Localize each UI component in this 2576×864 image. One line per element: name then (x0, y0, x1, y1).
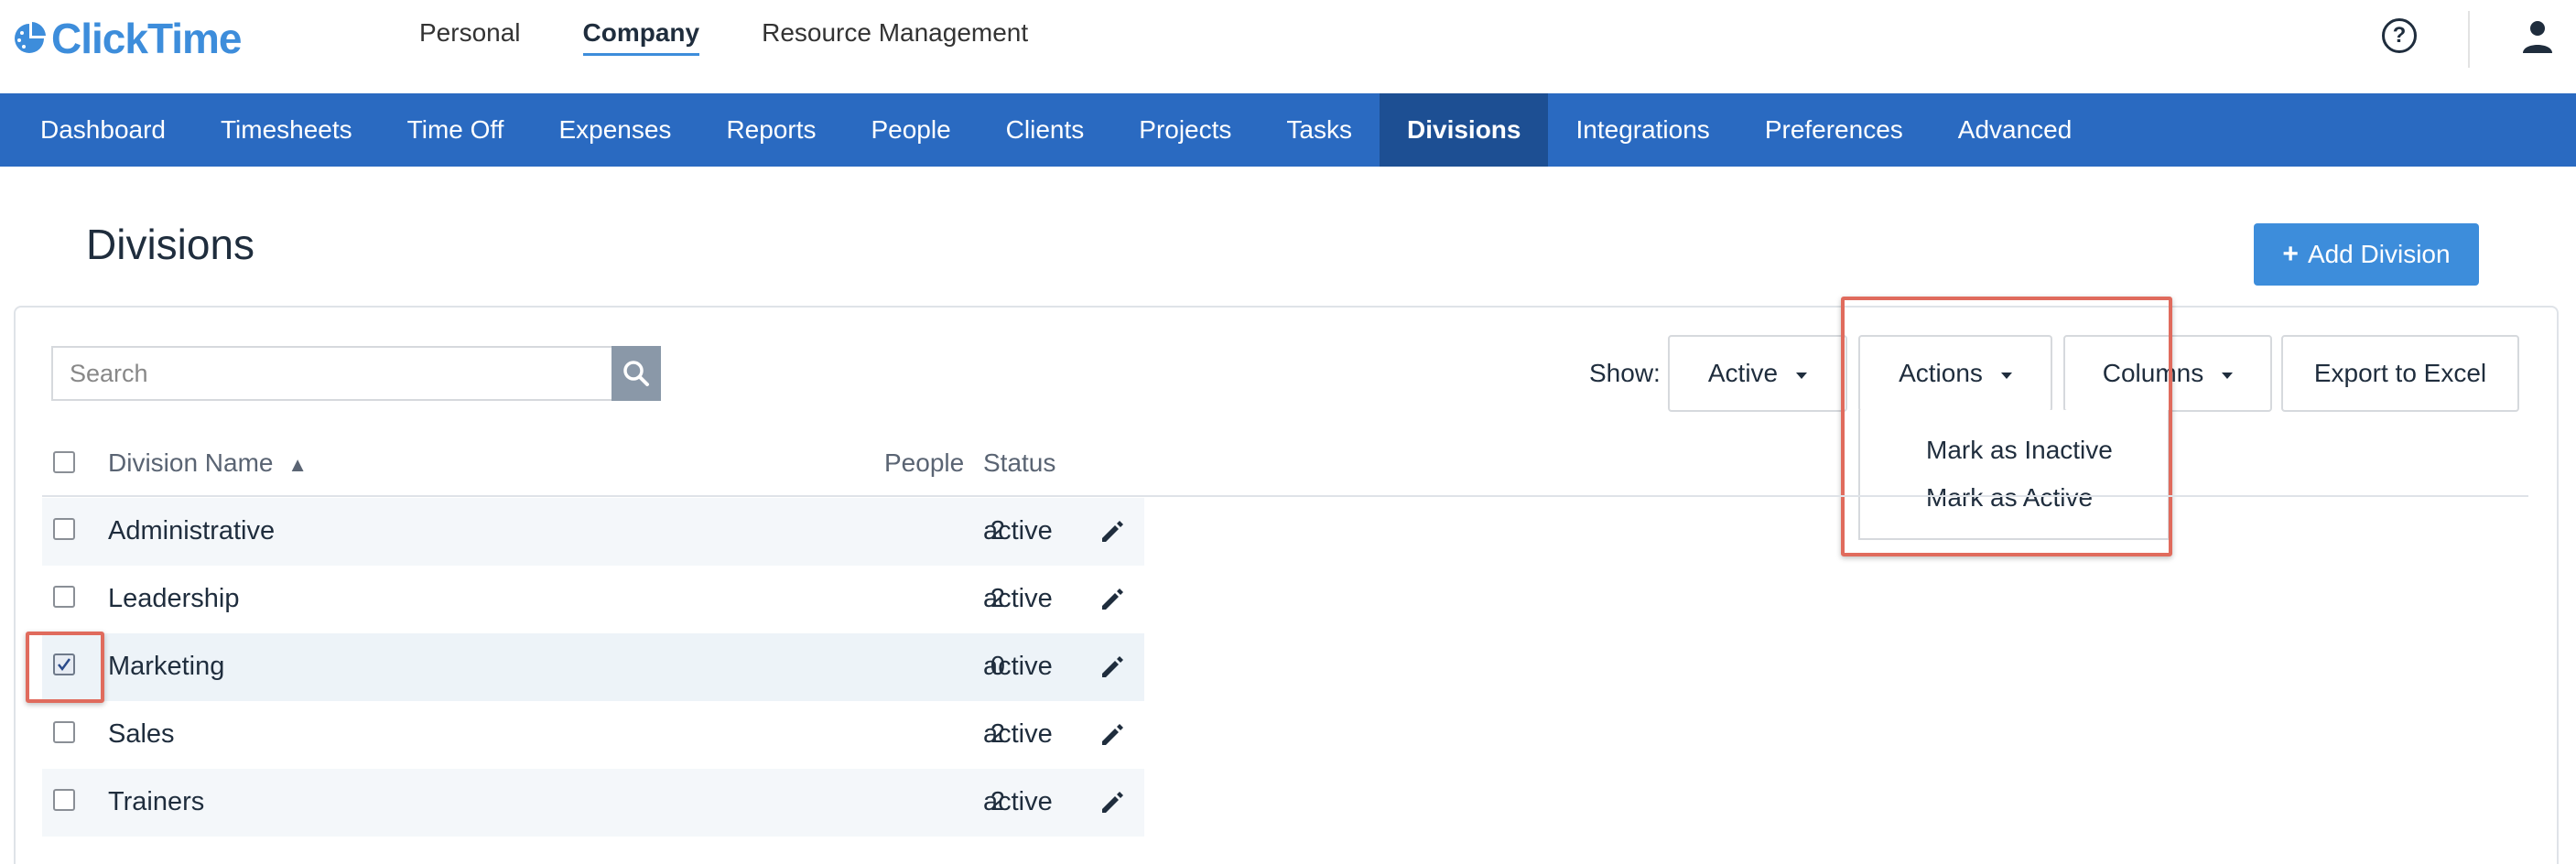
division-name: Marketing (108, 652, 225, 681)
caret-down-icon (2222, 372, 2234, 379)
brand-logo[interactable]: ClickTime (11, 9, 242, 68)
nav-integrations[interactable]: Integrations (1548, 93, 1737, 167)
show-filter-dropdown[interactable]: Active (1668, 335, 1847, 412)
header-divider (42, 495, 2528, 497)
nav-reports[interactable]: Reports (698, 93, 843, 167)
search-bar (51, 346, 661, 401)
help-icon[interactable]: ? (2382, 18, 2417, 53)
status-value: active (983, 719, 1053, 749)
table-row[interactable]: Administrative 2 active (42, 498, 1144, 566)
division-name: Administrative (108, 516, 276, 545)
search-button[interactable] (612, 346, 661, 401)
nav-time-off[interactable]: Time Off (380, 93, 532, 167)
search-icon (623, 361, 649, 386)
nav-projects[interactable]: Projects (1111, 93, 1259, 167)
top-bar-divider (2468, 11, 2470, 68)
select-all-checkbox[interactable] (53, 451, 75, 473)
table-row[interactable]: Leadership 2 active (42, 566, 1144, 633)
top-bar: ClickTime Personal Company Resource Mana… (0, 0, 2576, 93)
menu-item-mark-inactive[interactable]: Mark as Inactive (1926, 436, 2113, 465)
status-value: active (983, 516, 1053, 545)
main-nav: Dashboard Timesheets Time Off Expenses R… (0, 93, 2576, 167)
columns-label: Columns (2102, 359, 2204, 387)
caret-down-icon (2000, 372, 2012, 379)
nav-clients[interactable]: Clients (979, 93, 1112, 167)
division-name: Trainers (108, 787, 205, 816)
top-nav: Personal Company Resource Management (419, 18, 1090, 56)
column-header-division-name[interactable]: Division Name ▲ (108, 448, 308, 478)
nav-advanced[interactable]: Advanced (1931, 93, 2100, 167)
add-division-label: Add Division (2307, 240, 2451, 268)
logo-icon (15, 22, 46, 53)
row-checkbox[interactable] (53, 586, 75, 608)
actions-menu: Mark as Inactive Mark as Active (1858, 410, 2170, 540)
top-nav-company[interactable]: Company (582, 18, 700, 56)
user-icon[interactable] (2521, 18, 2554, 55)
nav-tasks[interactable]: Tasks (1259, 93, 1380, 167)
division-name-header-label: Division Name (108, 448, 274, 477)
export-to-excel-button[interactable]: Export to Excel (2281, 335, 2519, 412)
top-nav-resource-management[interactable]: Resource Management (762, 18, 1028, 56)
show-label: Show: (1589, 359, 1661, 387)
row-checkbox[interactable] (53, 721, 75, 743)
division-name: Sales (108, 719, 175, 749)
nav-timesheets[interactable]: Timesheets (193, 93, 380, 167)
caret-down-icon (1796, 372, 1808, 379)
edit-icon[interactable] (1099, 721, 1126, 749)
nav-divisions[interactable]: Divisions (1380, 93, 1549, 167)
nav-people[interactable]: People (843, 93, 978, 167)
plus-icon: + (2282, 239, 2299, 269)
actions-dropdown[interactable]: Actions (1858, 335, 2052, 412)
column-header-status[interactable]: Status (983, 448, 1055, 478)
show-filter-value: Active (1707, 359, 1779, 387)
row-checkbox[interactable] (53, 653, 75, 675)
menu-item-mark-active[interactable]: Mark as Active (1926, 483, 2093, 513)
table-row[interactable]: Sales 2 active (42, 701, 1144, 769)
edit-icon[interactable] (1099, 789, 1126, 816)
top-nav-personal[interactable]: Personal (419, 18, 521, 56)
page-title: Divisions (86, 221, 255, 268)
edit-icon[interactable] (1099, 586, 1126, 613)
search-input[interactable] (51, 346, 612, 401)
sort-asc-icon: ▲ (287, 453, 308, 476)
edit-icon[interactable] (1099, 518, 1126, 545)
nav-dashboard[interactable]: Dashboard (13, 93, 193, 167)
row-checkbox[interactable] (53, 518, 75, 540)
nav-expenses[interactable]: Expenses (531, 93, 698, 167)
table-row[interactable]: Marketing 0 active (42, 633, 1144, 701)
status-value: active (983, 652, 1053, 681)
table-row[interactable]: Trainers 2 active (42, 769, 1144, 837)
status-value: active (983, 787, 1053, 816)
column-header-people[interactable]: People (884, 448, 964, 478)
status-value: active (983, 584, 1053, 613)
edit-icon[interactable] (1099, 653, 1126, 681)
add-division-button[interactable]: + Add Division (2254, 223, 2479, 286)
actions-label: Actions (1899, 359, 1983, 387)
division-name: Leadership (108, 584, 240, 613)
brand-name: ClickTime (51, 15, 242, 62)
nav-preferences[interactable]: Preferences (1737, 93, 1931, 167)
row-checkbox[interactable] (53, 789, 75, 811)
columns-dropdown[interactable]: Columns (2063, 335, 2272, 412)
export-label: Export to Excel (2313, 359, 2487, 387)
checkmark-icon (58, 658, 71, 672)
